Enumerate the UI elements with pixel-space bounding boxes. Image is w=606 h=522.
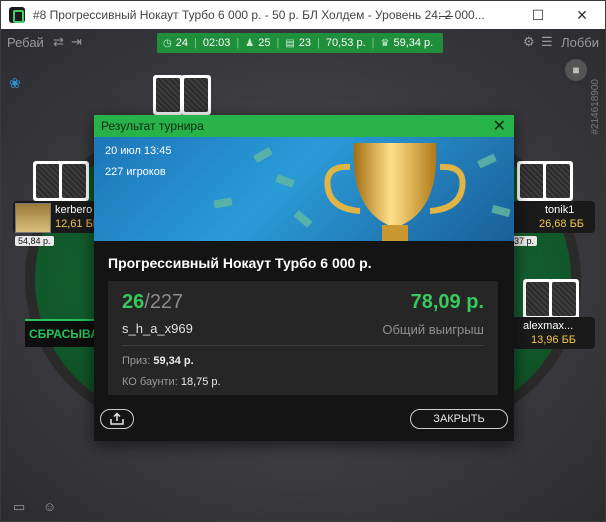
app-logo-icon	[9, 7, 25, 23]
player-bet: 54,84 р.	[15, 236, 54, 246]
card-back	[543, 161, 573, 201]
total-entries: 227	[149, 291, 184, 313]
player-bet: 37 р.	[511, 236, 538, 246]
card-back	[153, 75, 183, 115]
person-icon: ♟	[245, 37, 255, 49]
player-seat-right-mid[interactable]: alexmax... 13,96 ББ	[513, 317, 595, 349]
stats-prize: 59,34 р.	[393, 37, 434, 49]
lobby-button[interactable]: Лобби	[561, 35, 599, 50]
flying-cash	[477, 153, 497, 169]
result-players-count: 227 игроков	[105, 166, 166, 178]
lobby-icon[interactable]: ☰	[541, 34, 553, 50]
card-back	[181, 75, 211, 115]
winnings-label: Общий выигрыш	[382, 322, 484, 337]
ko-value: 18,75 р.	[180, 376, 221, 388]
bottom-toolbar: ▭ ☺	[13, 499, 56, 515]
dialog-header: Результат турнира ✕	[94, 115, 514, 137]
exit-icon[interactable]: ⇥	[71, 34, 82, 50]
gift-icon[interactable]: ■	[565, 59, 587, 81]
result-summary: 26/227 s_h_a_x969 78,09 р. Общий выигрыш…	[108, 281, 498, 395]
maximize-button[interactable]: ☐	[515, 1, 561, 29]
share-icon	[110, 412, 124, 425]
stack-icon: ▤	[285, 37, 295, 49]
trophy-icon	[324, 143, 466, 241]
stats-level: 24	[175, 37, 188, 49]
total-winnings: 78,09 р.	[410, 291, 484, 313]
prize-label: Приз:	[122, 355, 151, 367]
dialog-title: Результат турнира	[101, 119, 204, 133]
place-value: 26	[122, 291, 145, 313]
share-button[interactable]	[100, 409, 134, 429]
card-back	[59, 161, 89, 201]
trophy-small-icon: ♛	[380, 37, 390, 49]
minimize-button[interactable]: —	[423, 1, 469, 29]
player-stack: 26,68 ББ	[539, 218, 585, 230]
window-close-button[interactable]: ✕	[559, 1, 605, 29]
ko-label: КО баунти:	[122, 376, 178, 388]
close-dialog-button[interactable]: ЗАКРЫТЬ	[410, 409, 508, 429]
rebuy-button[interactable]: Ребай	[7, 35, 44, 50]
stats-players: 25	[258, 37, 271, 49]
player-seat-right-top[interactable]: tonik1 26,68 ББ	[511, 201, 595, 233]
avatar	[15, 203, 51, 233]
result-date: 20 июл 13:45	[105, 145, 172, 157]
tournament-stats-bar: ◷ 24 | 02:03 | ♟ 25 | ▤ 23 | 70,53 р. | …	[157, 33, 444, 53]
table-toolbar: Ребай ⇄ ⇥ ◷ 24 | 02:03 | ♟ 25 | ▤ 23 | 7…	[1, 29, 605, 55]
swap-icon[interactable]: ⇄	[53, 34, 64, 50]
flying-cash	[275, 174, 295, 188]
card-back	[549, 279, 579, 319]
poker-table-area: Ребай ⇄ ⇥ ◷ 24 | 02:03 | ♟ 25 | ▤ 23 | 7…	[1, 29, 605, 521]
chat-icon[interactable]: ▭	[13, 499, 25, 514]
close-icon[interactable]: ✕	[493, 116, 506, 136]
clock-icon: ◷	[163, 37, 172, 49]
divider	[122, 345, 484, 346]
flying-cash	[293, 210, 313, 228]
result-banner: 20 июл 13:45 227 игроков	[94, 137, 514, 241]
tournament-id: #214618900	[590, 79, 601, 135]
coins-icon[interactable]: ❀	[9, 75, 21, 92]
finish-place: 26/227	[122, 291, 183, 314]
fold-status-badge: СБРАСЫВА	[25, 319, 97, 347]
prize-value: 59,34 р.	[153, 355, 194, 367]
tournament-result-dialog: Результат турнира ✕ 20 июл 13:45 227 игр…	[94, 115, 514, 441]
stats-time: 02:03	[202, 37, 231, 49]
ko-bounty-line: КО баунти: 18,75 р.	[122, 376, 221, 388]
username: s_h_a_x969	[122, 321, 193, 336]
tournament-name: Прогрессивный Нокаут Турбо 6 000 р.	[108, 255, 372, 271]
flying-cash	[213, 197, 233, 209]
player-name: tonik1	[545, 204, 575, 216]
player-stack: 13,96 ББ	[531, 334, 577, 346]
player-seat-left[interactable]: kerbero 12,61 ББ	[13, 201, 100, 233]
stats-avg-stack: 70,53 р.	[325, 37, 366, 49]
player-name: kerbero	[55, 204, 93, 216]
settings-gear-icon[interactable]: ⚙	[523, 34, 535, 50]
stats-rank: 23	[298, 37, 312, 49]
title-bar: #8 Прогрессивный Нокаут Турбо 6 000 р. -…	[1, 1, 605, 29]
emoji-mask-icon[interactable]: ☺	[43, 499, 56, 514]
prize-line: Приз: 59,34 р.	[122, 355, 194, 367]
app-window: #8 Прогрессивный Нокаут Турбо 6 000 р. -…	[0, 0, 606, 522]
flying-cash	[491, 204, 511, 218]
player-name: alexmax...	[523, 320, 574, 332]
flying-cash	[253, 147, 273, 163]
